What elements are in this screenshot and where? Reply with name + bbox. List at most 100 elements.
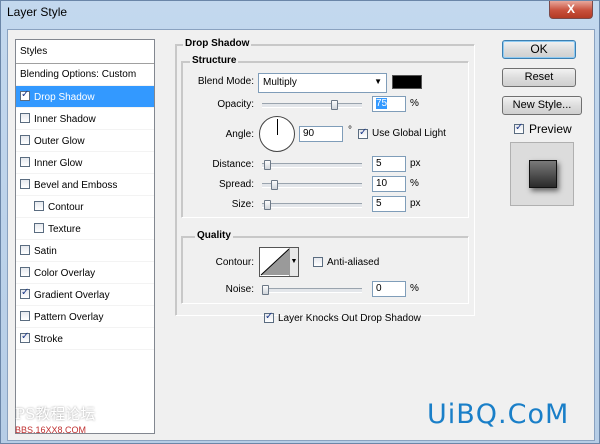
noise-label: Noise:	[225, 284, 254, 295]
styles-item-checkbox[interactable]	[20, 135, 30, 145]
styles-item[interactable]: Texture	[16, 218, 154, 240]
anti-aliased-checkbox[interactable]	[313, 257, 323, 267]
styles-item-checkbox[interactable]	[20, 245, 30, 255]
brand-logo-text: UiBQ.CoM	[427, 399, 570, 430]
styles-list: Styles Blending Options: Custom Drop Shad…	[15, 39, 155, 434]
styles-item-label: Texture	[48, 224, 81, 235]
reset-button[interactable]: Reset	[502, 68, 576, 87]
preview-swatch	[529, 160, 557, 188]
styles-item-label: Pattern Overlay	[34, 312, 104, 323]
styles-item-label: Outer Glow	[34, 136, 85, 147]
styles-item-label: Satin	[34, 246, 57, 257]
styles-item-checkbox[interactable]	[20, 157, 30, 167]
preview-label[interactable]: Preview	[529, 122, 572, 136]
opacity-unit: %	[410, 98, 419, 109]
drop-shadow-title: Drop Shadow	[183, 38, 252, 49]
blend-mode-value: Multiply	[263, 77, 297, 88]
styles-item-label: Stroke	[34, 334, 63, 345]
blend-mode-select[interactable]: Multiply ▼	[258, 73, 387, 93]
anti-aliased-label[interactable]: Anti-aliased	[327, 257, 379, 268]
size-slider[interactable]	[262, 200, 362, 210]
spread-value: 10	[376, 178, 388, 189]
noise-slider-thumb[interactable]	[262, 285, 269, 295]
layer-knocks-out-checkbox[interactable]	[264, 311, 274, 323]
structure-title: Structure	[190, 55, 239, 66]
chevron-down-icon[interactable]: ▼	[289, 248, 298, 276]
angle-input[interactable]: 90	[299, 126, 343, 142]
styles-item[interactable]: Inner Glow	[16, 152, 154, 174]
noise-slider[interactable]	[262, 285, 362, 295]
styles-header[interactable]: Styles	[16, 40, 154, 64]
size-input[interactable]: 5	[372, 196, 406, 212]
chevron-down-icon: ▼	[374, 77, 382, 86]
quality-title: Quality	[195, 230, 233, 241]
styles-item-checkbox[interactable]	[20, 267, 30, 277]
distance-input[interactable]: 5	[372, 156, 406, 172]
preview-thumbnail	[510, 142, 574, 206]
styles-item[interactable]: Inner Shadow	[16, 108, 154, 130]
styles-item[interactable]: Pattern Overlay	[16, 306, 154, 328]
styles-item[interactable]: Bevel and Emboss	[16, 174, 154, 196]
new-style-button[interactable]: New Style...	[502, 96, 582, 115]
spread-input[interactable]: 10	[372, 176, 406, 192]
window-title: Layer Style	[7, 5, 68, 19]
angle-label: Angle:	[225, 129, 254, 140]
styles-item-label: Inner Shadow	[34, 114, 96, 125]
styles-item[interactable]: Stroke	[16, 328, 154, 350]
styles-item-checkbox[interactable]	[20, 179, 30, 189]
noise-unit: %	[410, 283, 419, 294]
size-slider-thumb[interactable]	[264, 200, 271, 210]
styles-item-checkbox[interactable]	[20, 311, 30, 321]
distance-slider-thumb[interactable]	[264, 160, 271, 170]
layer-style-window: Layer Style X Styles Blending Options: C…	[0, 0, 600, 444]
styles-item[interactable]: Blending Options: Custom	[16, 64, 154, 86]
title-bar[interactable]: Layer Style X	[1, 1, 599, 25]
angle-dial[interactable]	[259, 116, 295, 152]
preview-checkbox[interactable]	[514, 122, 524, 134]
styles-item-label: Gradient Overlay	[34, 290, 110, 301]
use-global-light-checkbox[interactable]	[358, 127, 368, 139]
styles-item[interactable]: Contour	[16, 196, 154, 218]
opacity-slider[interactable]	[262, 100, 362, 110]
styles-item-checkbox[interactable]	[20, 331, 30, 343]
styles-item[interactable]: Satin	[16, 240, 154, 262]
styles-item-checkbox[interactable]	[34, 201, 44, 211]
styles-item-label: Inner Glow	[34, 158, 83, 169]
opacity-label: Opacity:	[217, 99, 254, 110]
styles-item[interactable]: Drop Shadow	[16, 86, 154, 108]
spread-unit: %	[410, 178, 419, 189]
size-label: Size:	[231, 199, 254, 210]
styles-items: Blending Options: Custom Drop Shadow Inner…	[16, 64, 154, 350]
styles-item[interactable]: Color Overlay	[16, 262, 154, 284]
distance-unit: px	[410, 158, 421, 169]
use-global-light-label[interactable]: Use Global Light	[372, 128, 446, 139]
layer-knocks-out-label[interactable]: Layer Knocks Out Drop Shadow	[278, 313, 421, 324]
opacity-slider-thumb[interactable]	[331, 100, 338, 110]
shadow-color-swatch[interactable]	[392, 75, 422, 89]
watermark-text: PS教程论坛	[15, 405, 96, 423]
distance-label: Distance:	[212, 159, 254, 170]
styles-item-label: Contour	[48, 202, 84, 213]
watermark-url: BBS.16XX8.COM	[15, 425, 87, 435]
close-button[interactable]: X	[549, 1, 593, 19]
styles-item-label: Drop Shadow	[34, 92, 95, 103]
styles-item-checkbox[interactable]	[20, 89, 30, 101]
contour-label: Contour:	[215, 257, 254, 268]
styles-item[interactable]: Outer Glow	[16, 130, 154, 152]
styles-item-checkbox[interactable]	[20, 287, 30, 299]
distance-slider[interactable]	[262, 160, 362, 170]
styles-item[interactable]: Gradient Overlay	[16, 284, 154, 306]
dialog-body: Styles Blending Options: Custom Drop Shad…	[7, 29, 595, 441]
size-unit: px	[410, 198, 421, 209]
styles-item-checkbox[interactable]	[20, 113, 30, 123]
opacity-input[interactable]: 75	[372, 96, 406, 112]
distance-value: 5	[376, 158, 382, 169]
noise-input[interactable]: 0	[372, 281, 406, 297]
styles-item-checkbox[interactable]	[34, 223, 44, 233]
ok-button[interactable]: OK	[502, 40, 576, 59]
spread-slider[interactable]	[262, 180, 362, 190]
contour-picker[interactable]: ▼	[259, 247, 299, 277]
spread-slider-thumb[interactable]	[271, 180, 278, 190]
angle-value: 90	[303, 128, 315, 139]
angle-needle	[277, 119, 278, 135]
